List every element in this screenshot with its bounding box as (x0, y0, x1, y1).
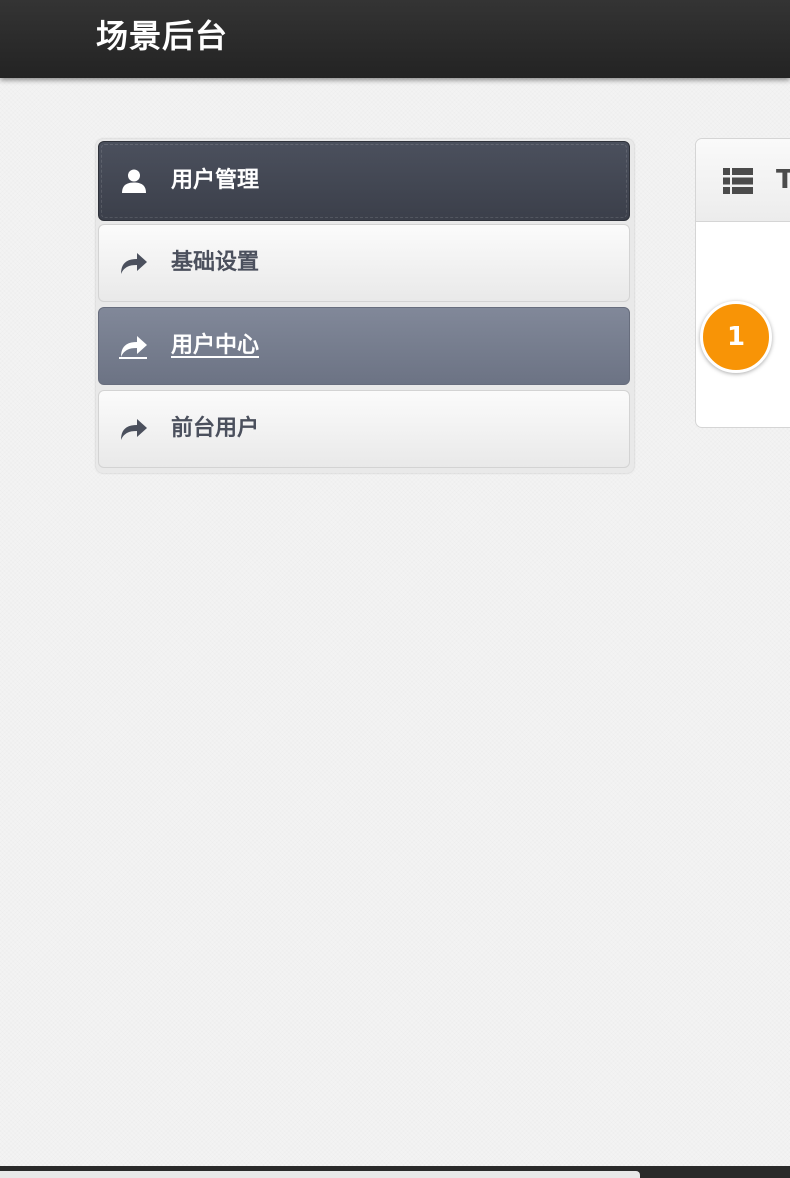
panel-title: T (776, 165, 790, 195)
user-icon (122, 169, 146, 193)
bottom-scrollbar (0, 1166, 790, 1178)
list-icon (723, 168, 753, 194)
content-panel: T (695, 138, 790, 428)
sidebar-item-basic-settings[interactable]: 基础设置 (98, 224, 630, 302)
sidebar-item-label: 用户中心 (171, 333, 260, 358)
sidebar-item-label: 前台用户 (171, 416, 260, 441)
panel-header: T (696, 139, 790, 222)
horizontal-scrollbar-thumb[interactable] (0, 1171, 640, 1178)
step-badge: 1 (700, 301, 772, 373)
sidebar-menu: 用户管理 基础设置 用户中心 前台用户 (96, 139, 634, 473)
share-arrow-icon (121, 253, 147, 274)
share-arrow-icon (119, 336, 147, 359)
sidebar-item-user-center[interactable]: 用户中心 (98, 307, 630, 385)
share-arrow-icon (121, 419, 147, 440)
sidebar-header-user-management[interactable]: 用户管理 (98, 141, 630, 221)
sidebar-header-label: 用户管理 (171, 168, 260, 193)
brand-title[interactable]: 场景后台 (96, 16, 228, 56)
sidebar-item-label: 基础设置 (171, 250, 260, 275)
sidebar-item-frontend-users[interactable]: 前台用户 (98, 390, 630, 468)
top-navbar: 场景后台 (0, 0, 790, 78)
